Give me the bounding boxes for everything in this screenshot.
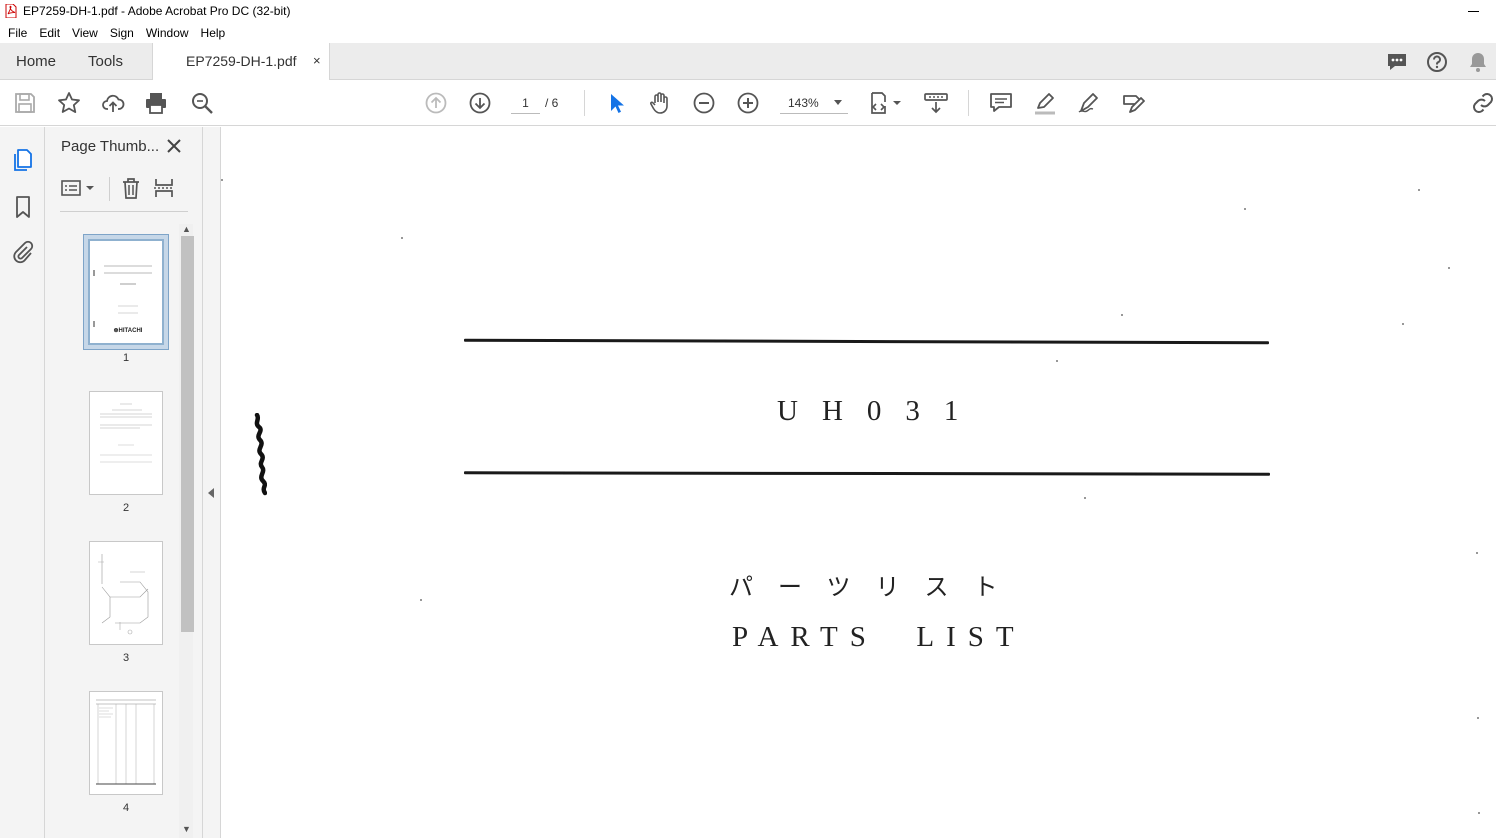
tab-tools[interactable]: Tools [88, 43, 123, 80]
menu-window[interactable]: Window [140, 26, 195, 40]
window-title: EP7259-DH-1.pdf - Adobe Acrobat Pro DC (… [23, 4, 291, 18]
model-number: UH031 [777, 395, 983, 427]
menu-help[interactable]: Help [195, 26, 232, 40]
thumbnail-page-4[interactable] [89, 691, 163, 795]
menu-bar: File Edit View Sign Window Help [0, 22, 1496, 43]
panel-divider [60, 211, 188, 212]
scan-speck [1402, 323, 1404, 325]
scan-speck [221, 179, 223, 181]
scan-speck [1121, 314, 1123, 316]
thumbnail-preview [100, 403, 152, 463]
upload-cloud-icon[interactable] [101, 91, 125, 115]
scan-speck [1478, 812, 1480, 814]
tab-document[interactable]: EP7259-DH-1.pdf × [152, 43, 330, 80]
scroll-down-icon[interactable]: ▼ [182, 824, 191, 834]
scroll-up-icon[interactable]: ▲ [182, 224, 191, 234]
thumbnail-page-2[interactable] [89, 391, 163, 495]
zoom-in-icon[interactable] [736, 91, 760, 115]
thumbnail-label-1: 1 [122, 352, 130, 364]
star-bookmark-icon[interactable] [57, 91, 81, 115]
close-panel-icon[interactable] [165, 137, 183, 155]
scan-speck [401, 237, 403, 239]
title-bar: EP7259-DH-1.pdf - Adobe Acrobat Pro DC (… [0, 0, 1496, 22]
tab-bar: Home Tools EP7259-DH-1.pdf × [0, 43, 1496, 80]
menu-edit[interactable]: Edit [33, 26, 66, 40]
menu-file[interactable]: File [2, 26, 33, 40]
scan-binding-mark [254, 413, 267, 496]
scan-speck [1418, 189, 1420, 191]
highlight-pen-icon[interactable] [1033, 91, 1057, 115]
save-icon[interactable] [13, 91, 37, 115]
tab-home[interactable]: Home [16, 43, 56, 80]
fill-sign-icon[interactable] [1121, 91, 1145, 115]
minimize-button[interactable] [1458, 2, 1488, 20]
english-title: PARTS LIST [732, 621, 1026, 653]
tab-document-label: EP7259-DH-1.pdf [186, 53, 297, 69]
toolbar-divider [584, 90, 585, 116]
scan-speck [1056, 360, 1058, 362]
bookmark-icon[interactable] [11, 195, 35, 219]
print-icon[interactable] [144, 91, 168, 115]
scroll-mode-icon[interactable] [924, 91, 948, 115]
scan-speck [1448, 267, 1450, 269]
previous-page-icon[interactable] [424, 91, 448, 115]
scan-speck [1476, 552, 1478, 554]
main-toolbar: / 6 143% [0, 80, 1496, 126]
delete-trash-icon[interactable] [120, 177, 142, 199]
document-view[interactable]: UH031 パーツリスト PARTS LIST [221, 127, 1496, 838]
menu-view[interactable]: View [66, 26, 104, 40]
next-page-icon[interactable] [468, 91, 492, 115]
notification-bell-icon[interactable] [1467, 51, 1489, 73]
scan-speck [1477, 717, 1479, 719]
share-link-icon[interactable] [1471, 91, 1495, 115]
zoom-dropdown[interactable]: 143% [780, 92, 848, 114]
page-number-input[interactable] [511, 92, 540, 114]
thumbnail-preview: ⊛HITACHI [93, 265, 152, 334]
close-tab-icon[interactable]: × [313, 54, 321, 68]
thumbnail-page-3[interactable] [89, 541, 163, 645]
japanese-title: パーツリスト [729, 573, 1023, 601]
page-total: / 6 [545, 96, 559, 110]
zoom-out-icon[interactable] [692, 91, 716, 115]
thumbnail-label-4: 4 [122, 802, 130, 814]
scan-speck [1244, 208, 1246, 210]
toolbar-divider [968, 90, 969, 116]
find-search-icon[interactable] [190, 91, 214, 115]
hand-tool-icon[interactable] [648, 91, 672, 115]
top-rule [463, 338, 1270, 345]
comment-bubble-icon[interactable] [1386, 51, 1408, 73]
page-thumbnails-icon[interactable] [11, 148, 35, 172]
help-icon[interactable] [1426, 51, 1448, 73]
thumbnail-preview [96, 699, 156, 785]
scan-speck [1084, 497, 1086, 499]
scrollbar-thumb[interactable] [181, 236, 194, 632]
menu-sign[interactable]: Sign [104, 26, 140, 40]
thumbnail-options-icon[interactable] [61, 177, 95, 199]
chevron-down-icon [834, 100, 842, 105]
svg-text:⊛HITACHI: ⊛HITACHI [114, 328, 143, 334]
extract-pages-icon[interactable] [153, 177, 175, 199]
thumbnail-label-2: 2 [122, 502, 130, 514]
toolbar-divider [109, 177, 110, 201]
panel-collapse-strip[interactable] [203, 127, 221, 838]
page-thumbnails-panel: Page Thumb... ⊛HITACHI 1 2 3 4 ▲ ▼ [45, 127, 203, 838]
thumbnails-scrollbar[interactable]: ▲ ▼ [179, 224, 194, 838]
thumbnail-page-1[interactable]: ⊛HITACHI [88, 239, 164, 345]
zoom-value: 143% [788, 96, 819, 110]
collapse-arrow-icon[interactable] [208, 488, 214, 498]
thumbnail-preview [98, 554, 149, 635]
bottom-rule [463, 471, 1271, 476]
panel-title: Page Thumb... [61, 138, 160, 155]
navigation-rail [0, 127, 45, 838]
add-comment-icon[interactable] [989, 91, 1013, 115]
scan-speck [420, 599, 422, 601]
thumbnail-label-3: 3 [122, 652, 130, 664]
acrobat-pdf-icon [5, 4, 17, 18]
select-cursor-icon[interactable] [604, 91, 628, 115]
attachment-paperclip-icon[interactable] [11, 240, 35, 264]
draw-pen-icon[interactable] [1077, 91, 1101, 115]
page-fit-icon[interactable] [868, 91, 904, 115]
